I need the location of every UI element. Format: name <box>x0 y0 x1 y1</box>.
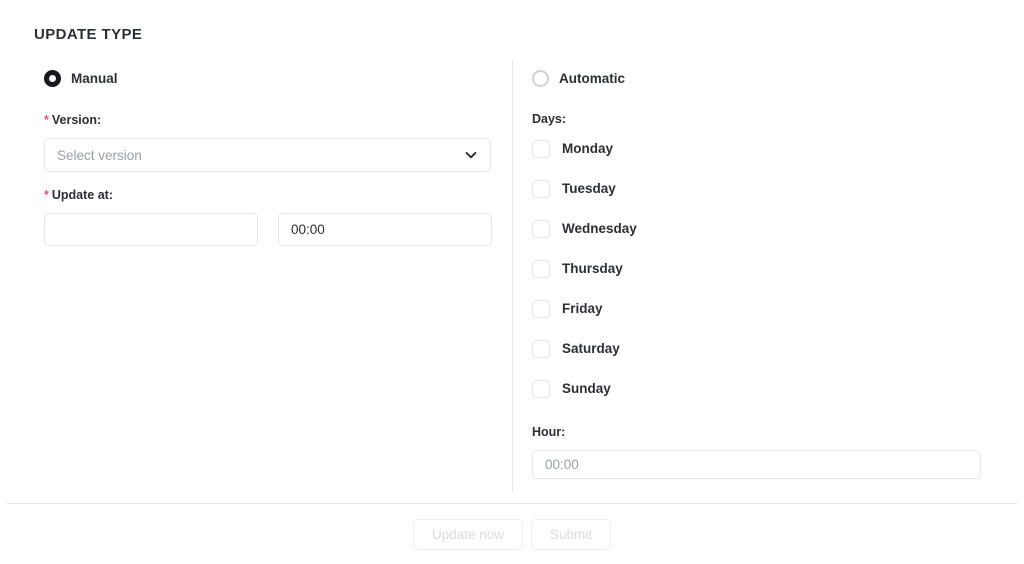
day-checkbox-sunday[interactable]: Sunday <box>532 380 611 398</box>
update-type-panel: UPDATE TYPE Manual * Version: Select vers… <box>0 0 1024 564</box>
day-label: Sunday <box>562 381 611 397</box>
update-at-date-input[interactable] <box>44 213 258 246</box>
radio-automatic-icon[interactable] <box>532 70 549 87</box>
checkbox-icon[interactable] <box>532 220 550 238</box>
hour-input[interactable]: 00:00 <box>532 450 981 479</box>
radio-option-automatic[interactable]: Automatic <box>532 70 625 87</box>
chevron-down-icon[interactable] <box>464 148 478 162</box>
day-checkbox-friday[interactable]: Friday <box>532 300 603 318</box>
version-select[interactable]: Select version <box>44 138 491 172</box>
day-label: Tuesday <box>562 181 616 197</box>
day-checkbox-wednesday[interactable]: Wednesday <box>532 220 637 238</box>
checkbox-icon[interactable] <box>532 140 550 158</box>
radio-manual-icon[interactable] <box>44 70 61 87</box>
radio-option-manual[interactable]: Manual <box>44 70 118 87</box>
day-checkbox-thursday[interactable]: Thursday <box>532 260 623 278</box>
update-at-time-value: 00:00 <box>291 222 325 237</box>
footer-actions: Update now Submit <box>0 519 1024 550</box>
radio-automatic-label: Automatic <box>559 70 626 86</box>
day-checkbox-monday[interactable]: Monday <box>532 140 613 158</box>
hour-label: Hour: <box>532 425 566 439</box>
day-label: Wednesday <box>562 221 637 237</box>
day-checkbox-saturday[interactable]: Saturday <box>532 340 620 358</box>
checkbox-icon[interactable] <box>532 380 550 398</box>
radio-manual-label: Manual <box>71 70 118 86</box>
checkbox-icon[interactable] <box>532 180 550 198</box>
submit-button[interactable]: Submit <box>531 519 612 550</box>
days-label: Days: <box>532 112 567 126</box>
footer-divider <box>6 503 1018 504</box>
automatic-column: Automatic Days: Monday Tuesday Wednesday… <box>512 60 1024 492</box>
update-now-button[interactable]: Update now <box>412 519 524 550</box>
day-label: Monday <box>562 141 614 157</box>
day-label: Friday <box>562 301 603 317</box>
checkbox-icon[interactable] <box>532 300 550 318</box>
day-label: Thursday <box>562 261 623 277</box>
page-title: UPDATE TYPE <box>34 26 143 43</box>
version-required-marker: * <box>44 113 49 127</box>
update-at-label: * Update at: <box>44 188 113 202</box>
version-label-text: Version: <box>51 113 102 127</box>
day-label: Saturday <box>562 341 620 357</box>
checkbox-icon[interactable] <box>532 340 550 358</box>
manual-column: Manual * Version: Select version * Update … <box>0 60 512 492</box>
update-at-time-input[interactable]: 00:00 <box>278 213 492 246</box>
day-checkbox-tuesday[interactable]: Tuesday <box>532 180 616 198</box>
hour-input-placeholder: 00:00 <box>545 457 579 472</box>
update-at-label-text: Update at: <box>51 188 113 202</box>
version-label: * Version: <box>44 113 101 127</box>
update-at-required-marker: * <box>44 188 49 202</box>
version-select-placeholder: Select version <box>57 147 142 163</box>
checkbox-icon[interactable] <box>532 260 550 278</box>
